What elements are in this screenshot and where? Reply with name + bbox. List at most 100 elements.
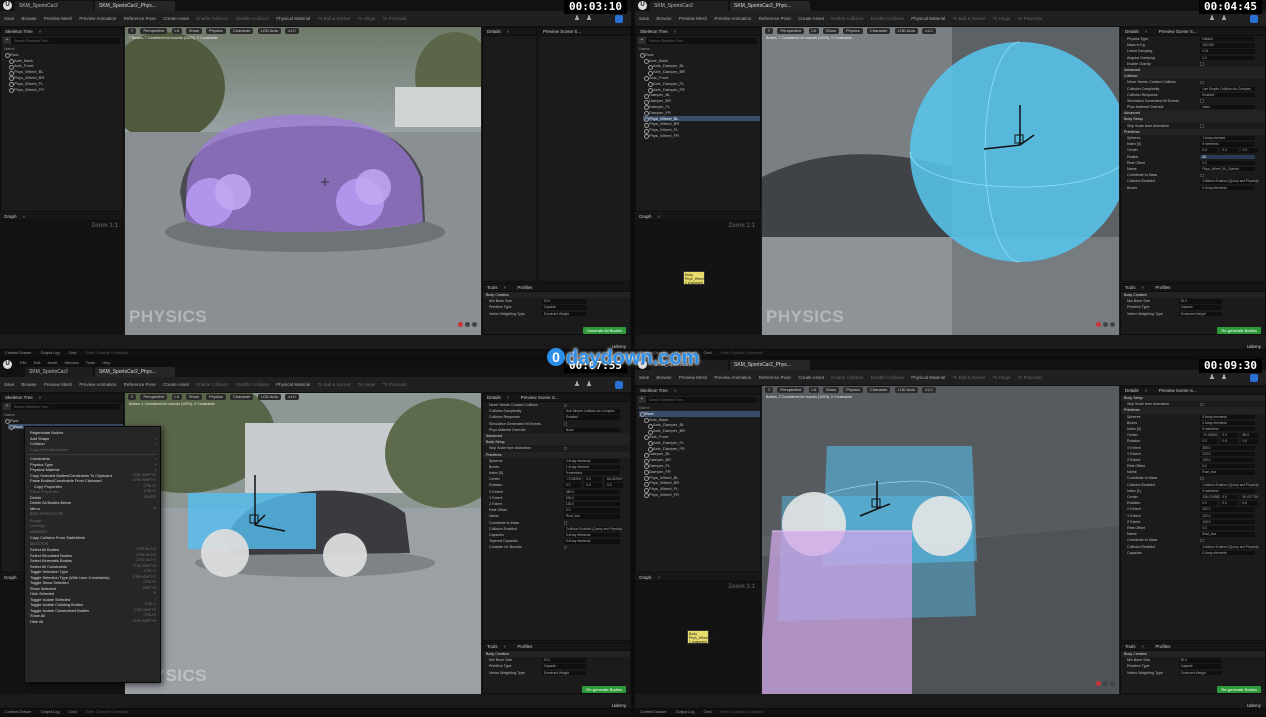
- min-bone-size-field[interactable]: 20.0: [541, 658, 586, 663]
- to-prismatic-button[interactable]: To Prismatic: [1018, 11, 1043, 26]
- vp-lit-button[interactable]: Lit: [171, 394, 182, 400]
- pause-icon[interactable]: [465, 322, 470, 327]
- preview-mesh-button[interactable]: Preview Mesh: [679, 370, 707, 385]
- preview-tab[interactable]: Preview Scene S...: [521, 395, 559, 400]
- regenerate-bodies-button[interactable]: Re-generate Bodies: [1217, 327, 1261, 334]
- property-value-field[interactable]: 0 Array elements: [1200, 550, 1255, 556]
- property-value-field[interactable]: 0 Array elements: [1200, 414, 1255, 419]
- bone-item[interactable]: Phys_Wheel_FR: [643, 492, 760, 499]
- enable-collision-button[interactable]: Enable Collision: [196, 377, 228, 392]
- vector-z-field[interactable]: 0.0: [1240, 148, 1258, 153]
- close-icon[interactable]: ×: [1145, 29, 1148, 34]
- property-value-field[interactable]: 130.0: [563, 502, 620, 507]
- close-icon[interactable]: ×: [1142, 285, 1145, 290]
- body-node[interactable]: Body Phys_Wheel_BL 1 shapes(s): [683, 271, 711, 285]
- save-button[interactable]: Save: [639, 11, 649, 26]
- vector-x-field[interactable]: -72.05200: [563, 477, 582, 482]
- tab-physics-asset[interactable]: SKM_SportsCar2_Phys...: [95, 367, 175, 377]
- vp-menu-icon[interactable]: ≡: [765, 28, 774, 34]
- vp-physics-button[interactable]: Physics: [206, 394, 226, 400]
- min-bone-size-field[interactable]: 20.0: [541, 299, 586, 304]
- property-value-field[interactable]: 220.0: [1200, 513, 1255, 518]
- close-icon[interactable]: ×: [507, 29, 510, 34]
- property-value-field[interactable]: Enabled: [563, 415, 620, 420]
- menu-window[interactable]: Window: [65, 360, 79, 365]
- property-value-field[interactable]: 0.0: [1200, 160, 1255, 166]
- property-value-field[interactable]: 9 members: [1200, 426, 1255, 432]
- preview-tab[interactable]: Preview Scene S...: [1159, 29, 1197, 34]
- vp-menu-icon[interactable]: ≡: [128, 28, 137, 34]
- person-icon[interactable]: ♟: [573, 381, 581, 389]
- body-node[interactable]: Body Phys_Wheel_BL 1 shapes(s): [687, 630, 715, 644]
- vertex-weighting-select[interactable]: Dominant Weight: [541, 670, 586, 675]
- viewport[interactable]: ≡ Perspective Lit Show Physics Character…: [125, 393, 481, 694]
- content-drawer-button[interactable]: Content Drawer: [640, 710, 667, 714]
- profiles-tab[interactable]: Profiles: [517, 644, 532, 649]
- vector-x-field[interactable]: 0.0: [1200, 501, 1218, 506]
- to-ball-socket-button[interactable]: To Ball & Socket: [953, 11, 986, 26]
- property-value-field[interactable]: Collision Enabled (Query and Physics): [563, 526, 622, 532]
- property-value-field[interactable]: Enabled: [1200, 92, 1255, 98]
- close-icon[interactable]: ×: [504, 644, 507, 649]
- property-value-field[interactable]: 0.0: [563, 508, 620, 513]
- checkbox[interactable]: [563, 521, 568, 525]
- person-icon[interactable]: ♟: [1220, 374, 1228, 382]
- search-input[interactable]: Search Skeleton Tree...: [638, 37, 757, 44]
- cmd-button[interactable]: Cmd: [704, 351, 712, 355]
- property-value-field[interactable]: Use Simple Collision As Complex: [1200, 86, 1255, 91]
- vector-z-field[interactable]: 0.0: [1240, 439, 1258, 444]
- disable-collision-button[interactable]: Disable Collision: [871, 11, 904, 26]
- person-icon[interactable]: ♟: [1208, 15, 1216, 23]
- property-value-field[interactable]: 0.0: [1200, 464, 1255, 469]
- unreal-logo-icon[interactable]: U: [638, 1, 647, 10]
- primitive-type-select[interactable]: Capsule: [1178, 305, 1222, 310]
- preview-animation-button[interactable]: Preview Animation: [714, 11, 751, 26]
- to-hinge-button[interactable]: To Hinge: [993, 11, 1011, 26]
- checkbox[interactable]: [563, 446, 568, 451]
- vp-show-button[interactable]: Show: [822, 28, 839, 34]
- create-asset-button[interactable]: Create Asset: [798, 11, 824, 26]
- close-icon[interactable]: ×: [504, 285, 507, 290]
- tab-physics-asset[interactable]: SKM_SportsCar2_Phys...: [730, 1, 810, 11]
- menu-asset[interactable]: Asset: [47, 360, 57, 365]
- close-icon[interactable]: ×: [658, 214, 661, 219]
- person-icon[interactable]: ♟: [1220, 15, 1228, 23]
- enable-collision-button[interactable]: Enable Collision: [831, 11, 863, 26]
- browse-button[interactable]: Browse: [657, 11, 672, 26]
- console-input[interactable]: Enter Console Command: [721, 351, 764, 355]
- viewport[interactable]: ≡ Perspective Lit Show Physics Character…: [762, 27, 1119, 335]
- vp-lit-button[interactable]: Lit: [171, 28, 182, 34]
- property-value-field[interactable]: 1 Array element: [1200, 136, 1255, 141]
- context-menu-item[interactable]: Hide All CTRL+SHIFT+H: [25, 619, 160, 625]
- to-hinge-button[interactable]: To Hinge: [993, 370, 1011, 385]
- checkbox[interactable]: [1200, 476, 1204, 481]
- enable-collision-button[interactable]: Enable Collision: [831, 370, 863, 385]
- viewport[interactable]: ≡ Perspective Lit Show Physics Character…: [762, 386, 1119, 694]
- person-icon[interactable]: ♟: [585, 15, 593, 23]
- property-value-field[interactable]: Collision Enabled (Query and Physics): [1200, 544, 1258, 549]
- vp-lod-button[interactable]: LOD Auto: [257, 394, 281, 400]
- property-value-field[interactable]: Use Simple Collision As Complex: [563, 409, 620, 414]
- create-asset-button[interactable]: Create Asset: [798, 370, 824, 385]
- property-value-field[interactable]: 220.0: [1200, 451, 1255, 457]
- vector-x-field[interactable]: 0.0: [1200, 439, 1218, 444]
- create-asset-button[interactable]: Create Asset: [163, 377, 189, 392]
- physical-material-button[interactable]: Physical Material: [911, 11, 945, 26]
- reference-pose-button[interactable]: Reference Pose: [759, 370, 791, 385]
- physics-mode-icon[interactable]: [1250, 374, 1258, 382]
- vector-z-field[interactable]: 90.027738: [1240, 495, 1258, 500]
- vector-z-field[interactable]: 0.0: [605, 483, 623, 488]
- to-prismatic-button[interactable]: To Prismatic: [1018, 370, 1043, 385]
- bone-item[interactable]: Phys_Wheel_FR: [8, 87, 123, 93]
- vp-speed-button[interactable]: x1.0: [285, 394, 299, 400]
- property-value-field[interactable]: 1 Array element: [563, 464, 620, 470]
- property-value-field[interactable]: 0 Array elements: [563, 539, 620, 544]
- console-input[interactable]: Enter Console Command: [86, 710, 129, 714]
- min-bone-size-field[interactable]: 20.0: [1178, 299, 1222, 304]
- output-log-button[interactable]: Output Log: [41, 351, 60, 355]
- property-value-field[interactable]: None: [1200, 105, 1255, 110]
- pause-icon[interactable]: [1103, 681, 1108, 686]
- vp-perspective-button[interactable]: Perspective: [140, 28, 168, 34]
- close-icon[interactable]: ×: [674, 29, 677, 34]
- person-icon[interactable]: ♟: [1208, 374, 1216, 382]
